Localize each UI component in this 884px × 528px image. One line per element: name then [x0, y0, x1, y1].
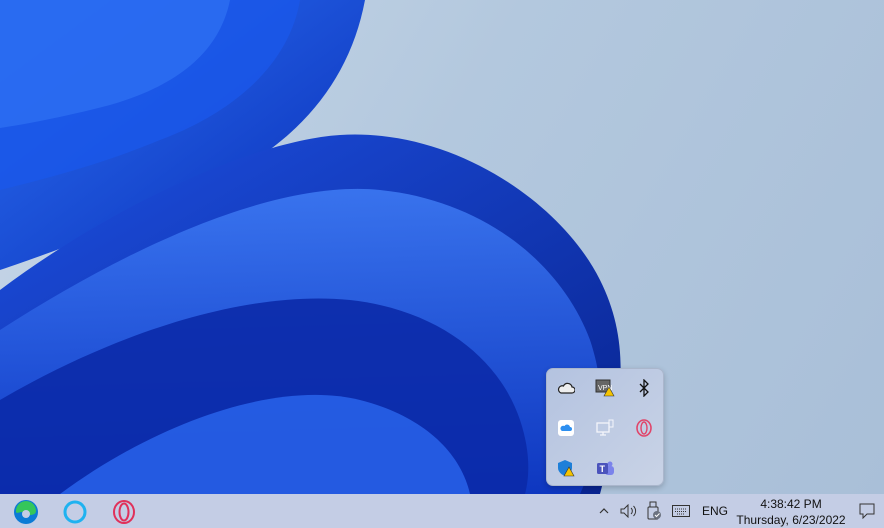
svg-text:T: T — [600, 464, 606, 474]
action-center-icon[interactable] — [857, 500, 877, 522]
onedrive-icon[interactable] — [554, 376, 578, 400]
defender-warning-icon[interactable] — [554, 456, 578, 480]
cortana-icon[interactable] — [61, 498, 89, 526]
taskbar: ENG 4:38:42 PM Thursday, 6/23/2022 — [0, 494, 884, 528]
touch-keyboard-icon[interactable] — [671, 500, 691, 522]
usb-safe-remove-icon[interactable] — [645, 500, 663, 522]
language-indicator[interactable]: ENG — [700, 500, 730, 522]
opera-icon[interactable] — [632, 416, 656, 440]
opera-icon[interactable] — [110, 498, 138, 526]
speaker-icon[interactable] — [619, 500, 639, 522]
edge-icon[interactable] — [12, 498, 40, 526]
desktop-wallpaper[interactable] — [0, 0, 884, 494]
bluetooth-icon[interactable] — [632, 376, 656, 400]
clock[interactable]: 4:38:42 PM Thursday, 6/23/2022 — [734, 496, 848, 528]
chevron-up-icon[interactable] — [597, 500, 611, 522]
network-icon[interactable] — [593, 416, 617, 440]
bloom-wallpaper-art — [0, 0, 621, 494]
icloud-icon[interactable] — [554, 416, 578, 440]
teams-icon[interactable]: T — [593, 456, 617, 480]
clock-time: 4:38:42 PM — [760, 497, 822, 511]
tray-overflow-flyout: VPN T — [546, 368, 664, 486]
vpn-warning-icon[interactable]: VPN — [593, 376, 617, 400]
clock-date: Thursday, 6/23/2022 — [736, 513, 846, 527]
